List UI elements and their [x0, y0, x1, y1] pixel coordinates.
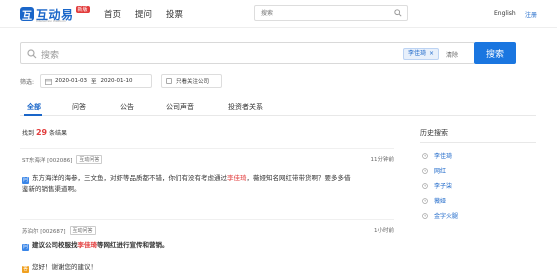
answer-text[interactable]: 答您好！谢谢您的建议！	[22, 262, 97, 273]
clock-icon	[422, 152, 428, 159]
question-part: ，薇娅知名网红带带货啊？要多多借	[246, 174, 351, 182]
history-item[interactable]: 李子柒	[420, 178, 536, 193]
language-switch[interactable]: English	[494, 10, 516, 17]
header-search	[254, 5, 408, 21]
question-part: 等网红进行宣传和营销。	[97, 241, 169, 249]
main-search-placeholder: 搜索	[41, 51, 60, 61]
history-item[interactable]: 李佳琦	[420, 148, 536, 163]
clock-icon	[422, 197, 428, 204]
highlight-keyword: 李佳琦	[77, 241, 98, 249]
result-item[interactable]: ST东海洋 [002086] 互动问答 11分钟前 问东方海洋的海参，三文鱼，对…	[20, 148, 394, 198]
clock-icon	[422, 182, 428, 189]
search-icon[interactable]	[394, 9, 402, 19]
type-badge: 互动问答	[76, 155, 103, 164]
date-separator: 至	[91, 79, 97, 85]
search-button[interactable]: 搜索	[474, 42, 516, 64]
question-text[interactable]: 问建议公司校服找李佳琦等网红进行宣传和营销。	[22, 240, 169, 251]
main-search: 搜索 李佳琦 × 清除 搜索	[20, 42, 516, 64]
tab-announcements[interactable]: 公告	[120, 102, 134, 112]
result-count-number: 29	[35, 128, 48, 137]
company-link[interactable]: ST东海洋 [002086]	[22, 156, 72, 164]
company-link[interactable]: 苏泊尔 [002687]	[22, 227, 66, 235]
history-title: 历史搜索	[420, 128, 536, 143]
history-item-label: 薇娅	[434, 198, 447, 205]
question-part: 鉴新的销售渠道啊。	[22, 185, 81, 193]
result-item[interactable]: 苏泊尔 [002687] 互动问答 1小时前 问建议公司校服找李佳琦等网红进行宣…	[20, 219, 394, 276]
highlight-keyword: 李佳琦	[227, 174, 247, 182]
question-text[interactable]: 问东方海洋的海参，三文鱼，对虾等品质都不错，你们有没有考虑通过李佳琦，薇娅知名网…	[22, 173, 351, 194]
header-search-input[interactable]	[255, 6, 385, 20]
tab-company-voice[interactable]: 公司声音	[166, 102, 194, 112]
question-icon: 问	[22, 177, 29, 184]
question-icon: 问	[22, 244, 29, 251]
question-part: 东方海洋的海参，三文鱼，对虾等品质都不错，你们有没有考虑通过	[32, 174, 227, 182]
history-item[interactable]: 金字火腿	[420, 208, 536, 223]
answer-part: 您好！谢谢您的建议！	[32, 263, 97, 271]
search-icon	[27, 49, 37, 61]
active-tab-indicator	[24, 114, 42, 116]
nav-vote[interactable]: 投票	[166, 8, 183, 20]
nav-ask[interactable]: 提问	[135, 8, 152, 20]
checkbox[interactable]	[166, 78, 173, 84]
result-count-suffix: 条结果	[49, 130, 68, 137]
result-count-prefix: 找到	[22, 130, 35, 137]
followed-only-label: 只看关注公司	[176, 79, 210, 85]
followed-only-toggle[interactable]: 只看关注公司	[161, 74, 223, 88]
search-history: 历史搜索 李佳琦 网红 李子柒 薇娅 金字火腿	[420, 128, 536, 223]
result-time: 11分钟前	[370, 157, 395, 163]
logo-mark: 互	[20, 7, 34, 22]
logo-subtitle: Interaction Platform	[36, 19, 66, 23]
clock-icon	[422, 167, 428, 174]
main-nav: 首页 提问 投票	[104, 8, 183, 20]
top-bar: 互 互动易 新版 Interaction Platform 首页 提问 投票 E…	[0, 0, 557, 28]
tab-qa[interactable]: 问答	[72, 102, 86, 112]
answer-icon: 答	[22, 266, 29, 273]
clear-button[interactable]: 清除	[446, 50, 458, 59]
result-tabs: 全部 问答 公告 公司声音 投资者关系	[20, 100, 536, 116]
tab-all[interactable]: 全部	[27, 102, 41, 112]
history-item-label: 金字火腿	[434, 213, 459, 220]
date-range-picker[interactable]: 2020-01-03 至 2020-01-10	[40, 74, 153, 88]
filter-row: 筛选: 2020-01-03 至 2020-01-10 只看关注公司	[20, 74, 223, 88]
history-item[interactable]: 薇娅	[420, 193, 536, 208]
type-badge: 互动问答	[69, 226, 96, 235]
history-item-label: 李子柒	[434, 183, 453, 190]
search-tag-label: 李佳琦	[408, 50, 427, 57]
date-start: 2020-01-03	[55, 78, 87, 84]
register-link[interactable]: 注册	[525, 10, 537, 19]
calendar-icon	[45, 78, 52, 87]
nav-home[interactable]: 首页	[104, 8, 121, 20]
history-item[interactable]: 网红	[420, 163, 536, 178]
history-item-label: 李佳琦	[434, 153, 453, 160]
result-meta: 苏泊尔 [002687] 互动问答	[22, 226, 96, 235]
logo-badge: 新版	[75, 5, 90, 13]
site-logo[interactable]: 互 互动易 新版 Interaction Platform	[20, 4, 90, 24]
clock-icon	[422, 212, 428, 219]
filter-label: 筛选:	[20, 78, 35, 86]
date-end: 2020-01-10	[100, 78, 133, 84]
close-icon[interactable]: ×	[429, 50, 434, 57]
result-count: 找到 29 条结果	[22, 128, 67, 137]
result-time: 1小时前	[374, 228, 394, 234]
main-search-box[interactable]: 搜索 李佳琦 × 清除	[20, 42, 475, 64]
search-tag-chip[interactable]: 李佳琦 ×	[403, 48, 440, 60]
tab-investor-relations[interactable]: 投资者关系	[228, 102, 263, 112]
question-part: 建议公司校服找	[32, 241, 78, 249]
history-item-label: 网红	[434, 168, 447, 175]
result-meta: ST东海洋 [002086] 互动问答	[22, 155, 103, 164]
